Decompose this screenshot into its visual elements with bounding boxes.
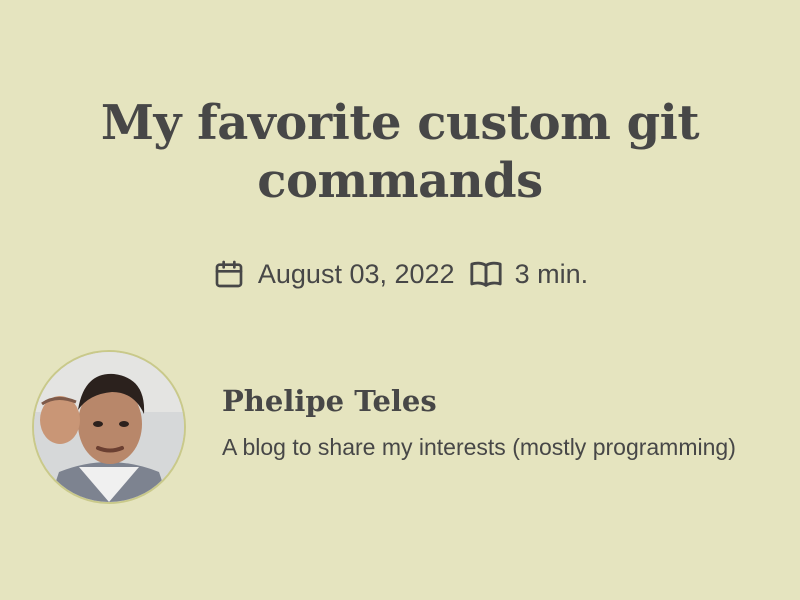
author-bio: A blog to share my interests (mostly pro… [222, 434, 736, 460]
reading-time: 3 min. [514, 258, 589, 289]
blog-post-page: My favorite custom git commands August 0… [0, 0, 800, 600]
book-open-icon [469, 257, 503, 291]
author-name: Phelipe Teles [222, 384, 437, 418]
calendar-icon [212, 257, 246, 291]
post-meta: August 03, 2022 3 min. [0, 254, 800, 294]
post-title: My favorite custom git commands [100, 95, 700, 209]
avatar [32, 350, 186, 504]
author-card: Phelipe Teles A blog to share my interes… [32, 350, 792, 504]
post-date: August 03, 2022 [257, 258, 455, 289]
